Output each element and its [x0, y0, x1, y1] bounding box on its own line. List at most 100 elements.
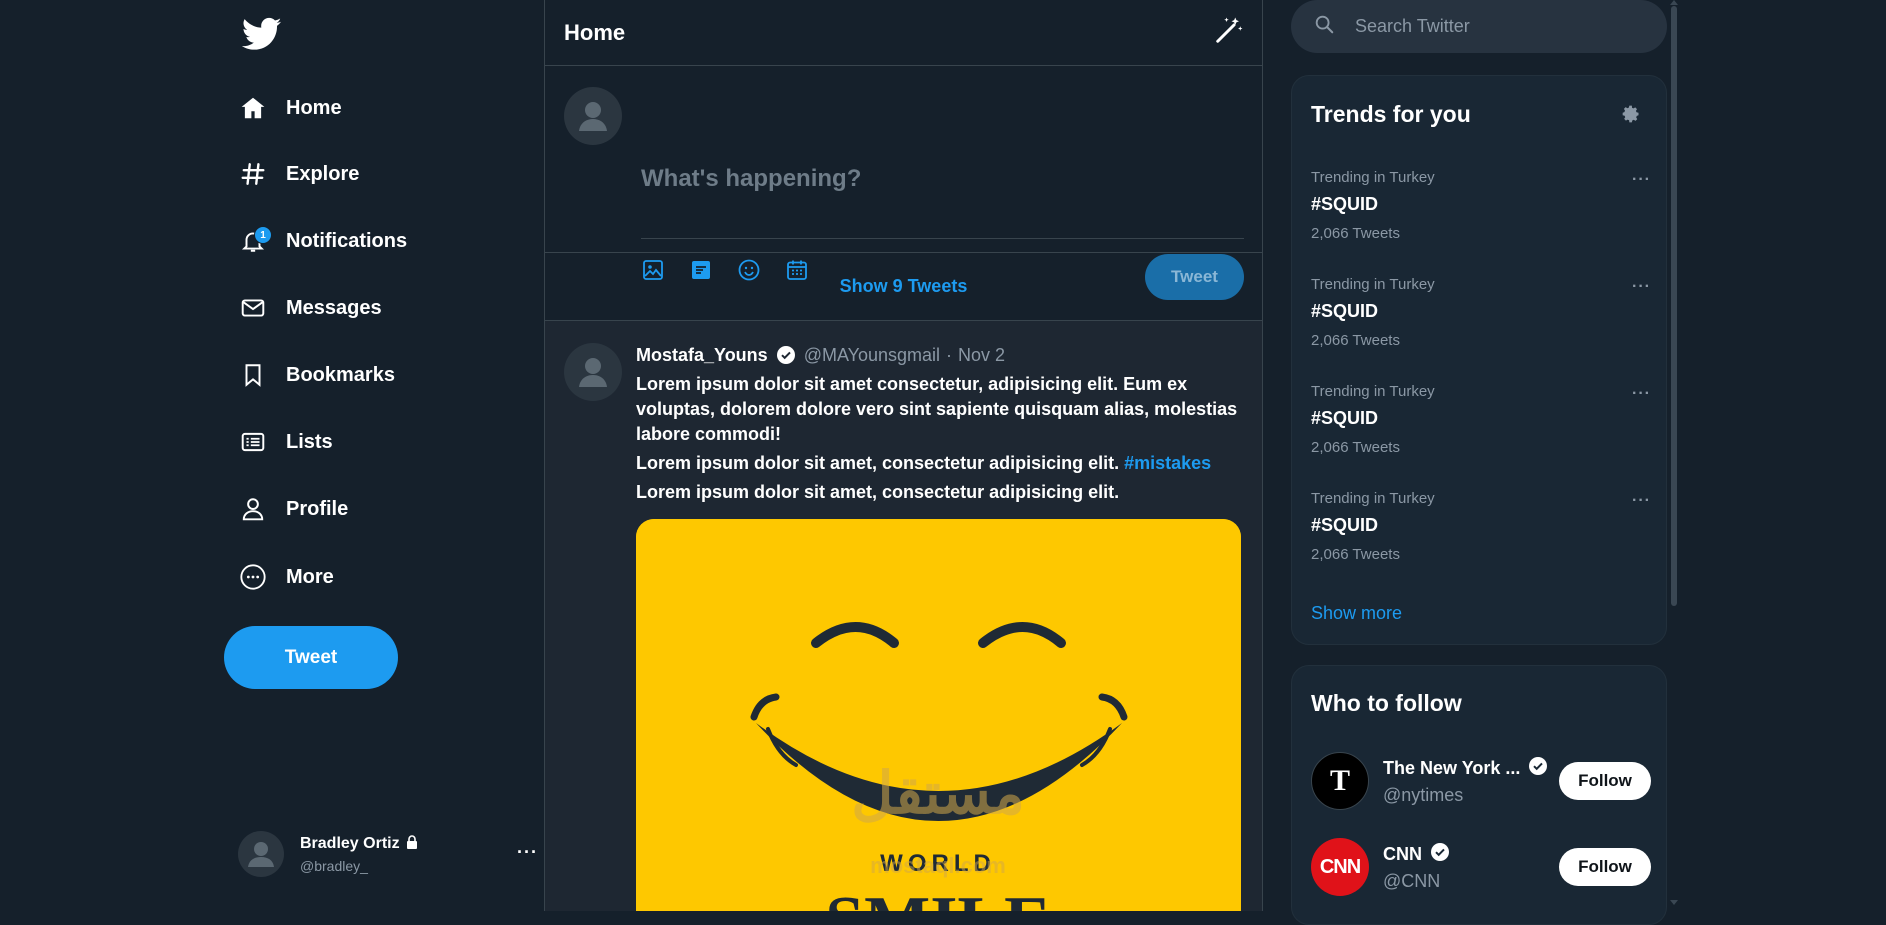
- show-new-tweets-button[interactable]: Show 9 Tweets: [545, 253, 1262, 321]
- trend-item[interactable]: Trending in Turkey #SQUID 2,066 Tweets ·…: [1311, 276, 1651, 376]
- follow-suggestion[interactable]: CNN CNN @CNN Follow: [1311, 837, 1651, 897]
- trend-item[interactable]: Trending in Turkey #SQUID 2,066 Tweets ·…: [1311, 383, 1651, 483]
- follow-account-handle: @nytimes: [1383, 785, 1464, 805]
- follow-account-handle: @CNN: [1383, 871, 1441, 891]
- nav-label-messages: Messages: [286, 296, 382, 319]
- nav-label-profile: Profile: [286, 497, 349, 520]
- user-avatar: [238, 831, 284, 877]
- trend-count: 2,066 Tweets: [1311, 546, 1400, 563]
- trend-more-icon[interactable]: ···: [1632, 385, 1651, 403]
- right-column-scrollbar[interactable]: [1671, 6, 1677, 606]
- trend-more-icon[interactable]: ···: [1632, 492, 1651, 510]
- trend-context: Trending in Turkey: [1311, 490, 1435, 507]
- tweet-header: Mostafa_Youns @MAYounsgmail · Nov 2: [636, 343, 1241, 367]
- follow-button[interactable]: Follow: [1559, 848, 1651, 886]
- nav-lists[interactable]: Lists: [238, 418, 333, 466]
- trend-context: Trending in Turkey: [1311, 169, 1435, 186]
- follow-suggestion[interactable]: T The New York ... @nytimes Follow: [1311, 751, 1651, 811]
- media-watermark: مستقل: [851, 761, 1025, 826]
- trend-name: #SQUID: [1311, 408, 1379, 428]
- account-handle: @bradley_: [300, 857, 368, 874]
- trend-count: 2,066 Tweets: [1311, 225, 1400, 242]
- verified-badge-icon: [1430, 842, 1450, 867]
- follow-button[interactable]: Follow: [1559, 762, 1651, 800]
- home-icon: [238, 93, 268, 123]
- sparkle-icon[interactable]: [1214, 15, 1244, 50]
- nav-home[interactable]: Home: [238, 84, 342, 132]
- search-input[interactable]: Search Twitter: [1355, 16, 1470, 37]
- show-more-link[interactable]: Show more: [1311, 603, 1402, 624]
- left-sidebar: Home Explore 1 Notifications Messages Bo…: [220, 0, 540, 911]
- trends-settings-gear-icon[interactable]: [1621, 104, 1641, 129]
- tweet-meta-separator: ·: [946, 344, 953, 365]
- scroll-up-arrow[interactable]: [1670, 0, 1678, 5]
- tweet-handle[interactable]: @MAYounsgmail: [804, 345, 940, 366]
- tweet-composer: What's happening? Tweet: [545, 66, 1262, 300]
- nav-explore[interactable]: Explore: [238, 150, 359, 198]
- tweet-paragraph: Lorem ipsum dolor sit amet, consectetur …: [636, 482, 1120, 502]
- nav-label-explore: Explore: [286, 162, 360, 185]
- trends-title: Trends for you: [1311, 101, 1471, 127]
- scroll-down-arrow[interactable]: [1670, 900, 1678, 905]
- nav-label-bookmarks: Bookmarks: [286, 363, 395, 386]
- trend-count: 2,066 Tweets: [1311, 332, 1400, 349]
- sidebar-tweet-button[interactable]: Tweet: [224, 626, 398, 689]
- person-icon: [238, 494, 268, 524]
- composer-input[interactable]: What's happening?: [641, 165, 861, 193]
- tweet-author-avatar[interactable]: [564, 343, 622, 401]
- timeline-header: Home: [545, 0, 1262, 66]
- account-more-icon[interactable]: ···: [517, 842, 538, 863]
- tweet-paragraph: Lorem ipsum dolor sit amet consectetur, …: [636, 374, 1238, 444]
- trend-item[interactable]: Trending in Turkey #SQUID 2,066 Tweets ·…: [1311, 490, 1651, 590]
- nav-label-more: More: [286, 565, 334, 588]
- who-to-follow-title: Who to follow: [1311, 690, 1462, 716]
- nav-label-home: Home: [286, 96, 342, 119]
- search-bar[interactable]: Search Twitter: [1291, 0, 1667, 53]
- trend-more-icon[interactable]: ···: [1632, 278, 1651, 296]
- tweet-card[interactable]: Mostafa_Youns @MAYounsgmail · Nov 2 Lore…: [545, 321, 1262, 911]
- bookmark-icon: [238, 360, 268, 390]
- tweet-text: Lorem ipsum dolor sit amet consectetur, …: [636, 372, 1241, 505]
- trend-count: 2,066 Tweets: [1311, 439, 1400, 456]
- trends-panel: Trends for you Trending in Turkey #SQUID…: [1291, 75, 1667, 645]
- trend-context: Trending in Turkey: [1311, 383, 1435, 400]
- composer-divider: [641, 238, 1244, 239]
- hashtag-icon: [238, 159, 268, 189]
- nav-label-notifications: Notifications: [286, 229, 408, 252]
- nytimes-avatar: T: [1311, 752, 1369, 810]
- verified-badge-icon: [776, 345, 796, 365]
- nav-messages[interactable]: Messages: [238, 284, 382, 332]
- trend-name: #SQUID: [1311, 515, 1379, 535]
- search-icon: [1313, 13, 1335, 40]
- follow-account-name: The New York ...: [1383, 758, 1521, 778]
- twitter-bird-icon[interactable]: [241, 14, 282, 54]
- verified-badge-icon: [1528, 756, 1548, 781]
- smiley-illustration: مستقل WORLD mostaql.com SMILE: [636, 519, 1241, 911]
- nav-profile[interactable]: Profile: [238, 485, 348, 533]
- envelope-icon: [238, 293, 268, 323]
- tweet-paragraph-with-hashtag: Lorem ipsum dolor sit amet, consectetur …: [636, 451, 1241, 476]
- tweet-author-name[interactable]: Mostafa_Youns: [636, 345, 768, 366]
- trend-more-icon[interactable]: ···: [1632, 171, 1651, 189]
- nav-more[interactable]: More: [238, 553, 334, 601]
- tweet-media-image[interactable]: مستقل WORLD mostaql.com SMILE: [636, 519, 1241, 911]
- tweet-paragraph: Lorem ipsum dolor sit amet, consectetur …: [636, 453, 1120, 473]
- cnn-logo: CNN: [1319, 855, 1361, 878]
- nav-bookmarks[interactable]: Bookmarks: [238, 351, 395, 399]
- trend-item[interactable]: Trending in Turkey #SQUID 2,066 Tweets ·…: [1311, 169, 1651, 269]
- tweet-date[interactable]: Nov 2: [958, 345, 1005, 366]
- trend-name: #SQUID: [1311, 194, 1379, 214]
- nav-notifications[interactable]: 1 Notifications: [238, 217, 407, 265]
- right-sidebar: Search Twitter Trends for you Trending i…: [1291, 0, 1671, 925]
- follow-account-name: CNN: [1383, 844, 1422, 864]
- account-switcher[interactable]: Bradley Ortiz @bradley_ ···: [238, 828, 538, 880]
- cnn-avatar: CNN: [1311, 838, 1369, 896]
- trend-context: Trending in Turkey: [1311, 276, 1435, 293]
- media-text-smile: SMILE: [825, 883, 1051, 911]
- who-to-follow-panel: Who to follow T The New York ... @nytime…: [1291, 665, 1667, 925]
- nav-label-lists: Lists: [286, 430, 333, 453]
- tweet-hashtag-link[interactable]: #mistakes: [1124, 453, 1211, 473]
- page-title: Home: [564, 19, 626, 45]
- trend-name: #SQUID: [1311, 301, 1379, 321]
- list-icon: [238, 427, 268, 457]
